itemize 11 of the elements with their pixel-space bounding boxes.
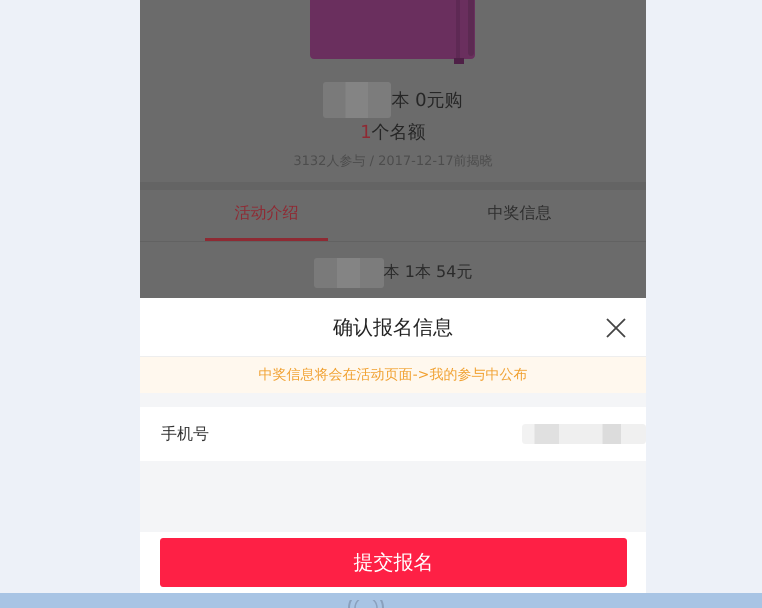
intro-text: 本 1本 54元 [384,262,472,282]
phone-field[interactable]: 手机号 [140,407,646,461]
submit-button[interactable]: 提交报名 [160,538,627,587]
blurred-patch [314,258,384,288]
quota-text: 1个名额 [360,121,426,144]
dialog-title: 确认报名信息 [333,314,453,340]
tab[interactable]: 中奖信息 [458,190,581,241]
product-title: 本 0元购 [391,89,463,112]
close-icon[interactable] [606,318,626,338]
blurred-patch [323,82,392,118]
notice-banner: 中奖信息将会在活动页面->我的参与中公布 [140,357,646,393]
